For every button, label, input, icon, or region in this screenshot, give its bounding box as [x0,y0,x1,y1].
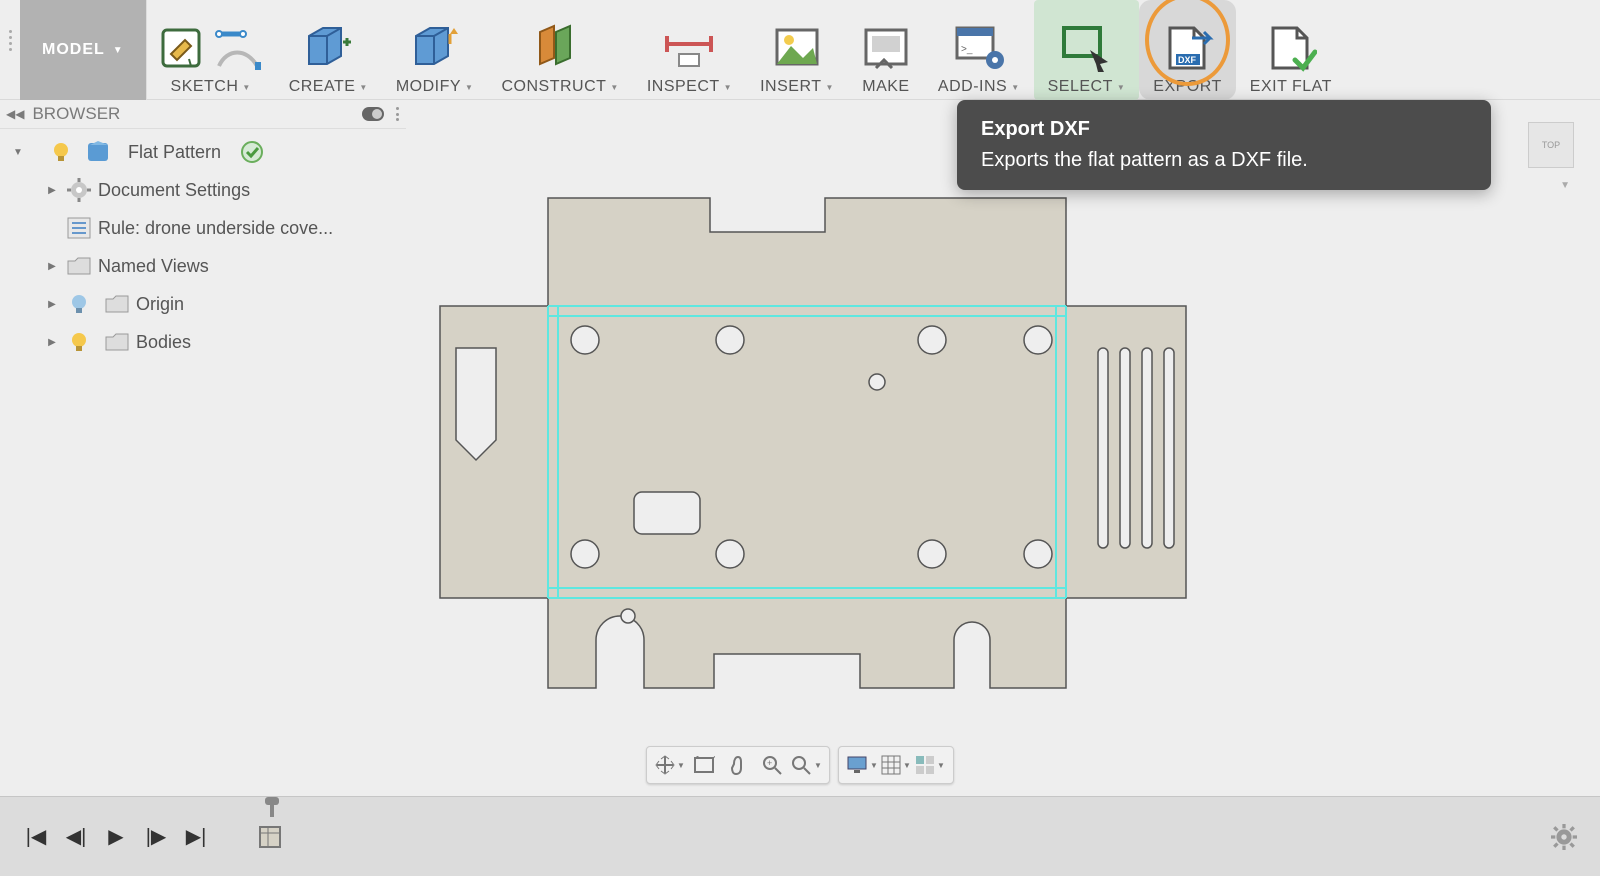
view-cube[interactable]: TOP [1528,122,1574,168]
svg-text:>_: >_ [961,44,973,55]
grid-settings-button[interactable] [879,750,913,780]
toolbar-sketch[interactable]: SKETCH [147,0,275,100]
addins-icon: >_ [953,24,1005,72]
toolbar-select[interactable]: SELECT [1034,0,1140,100]
tooltip-body: Exports the flat pattern as a DXF file. [981,149,1467,172]
sketch-icon [161,24,261,72]
zoom-window-button[interactable] [789,750,823,780]
toolbar-export[interactable]: DXF EXPORT [1139,0,1236,100]
toolbar-make[interactable]: MAKE [848,0,924,100]
toolbar-insert[interactable]: INSERT [746,0,848,100]
timeline-marker-icon[interactable] [270,803,274,817]
zoom-button[interactable]: + [755,750,789,780]
timeline-step-fwd-button[interactable]: |▶ [140,821,172,853]
insert-icon [773,24,821,72]
toolbar-exit-flat[interactable]: EXIT FLAT [1236,0,1346,100]
view-cube-menu-icon[interactable]: ▼ [1560,180,1570,191]
modify-icon [410,24,460,72]
tooltip-title: Export DXF [981,118,1467,141]
timeline-feature[interactable] [252,817,292,857]
flat-pattern-drawing [430,150,1250,715]
exit-flat-icon [1265,24,1317,72]
make-icon [862,24,910,72]
toolbar-construct[interactable]: CONSTRUCT [487,0,632,100]
inspect-icon [661,24,717,72]
timeline-end-button[interactable]: ▶| [180,821,212,853]
nav-toolbar: + [646,746,954,784]
svg-text:DXF: DXF [1178,55,1197,65]
timeline: |◀ ◀| ▶ |▶ ▶| [0,796,1600,876]
workspace-switcher[interactable]: MODEL [20,0,147,100]
timeline-step-back-button[interactable]: ◀| [60,821,92,853]
timeline-play-button[interactable]: ▶ [100,821,132,853]
export-dxf-icon: DXF [1162,24,1214,72]
toolbar-grip[interactable] [0,30,20,51]
toolbar-modify[interactable]: MODIFY [382,0,488,100]
display-settings-button[interactable] [845,750,879,780]
export-tooltip: Export DXF Exports the flat pattern as a… [957,100,1491,190]
toolbar-items: SKETCH CREATE [147,0,1346,100]
orbit-button[interactable] [653,750,687,780]
toolbar-inspect[interactable]: INSPECT [633,0,746,100]
main-toolbar: MODEL SKETCH [0,0,1600,100]
look-at-button[interactable] [687,750,721,780]
viewport-settings-button[interactable] [913,750,947,780]
timeline-start-button[interactable]: |◀ [20,821,52,853]
construct-icon [532,24,588,72]
workspace-label: MODEL [42,41,105,59]
timeline-settings-button[interactable] [1548,821,1580,853]
toolbar-create[interactable]: CREATE [275,0,382,100]
create-icon [303,24,353,72]
toolbar-addins[interactable]: >_ ADD-INS [924,0,1034,100]
pan-button[interactable] [721,750,755,780]
canvas[interactable]: TOP ▼ [0,100,1600,796]
select-icon [1060,24,1112,72]
svg-text:+: + [767,758,772,768]
